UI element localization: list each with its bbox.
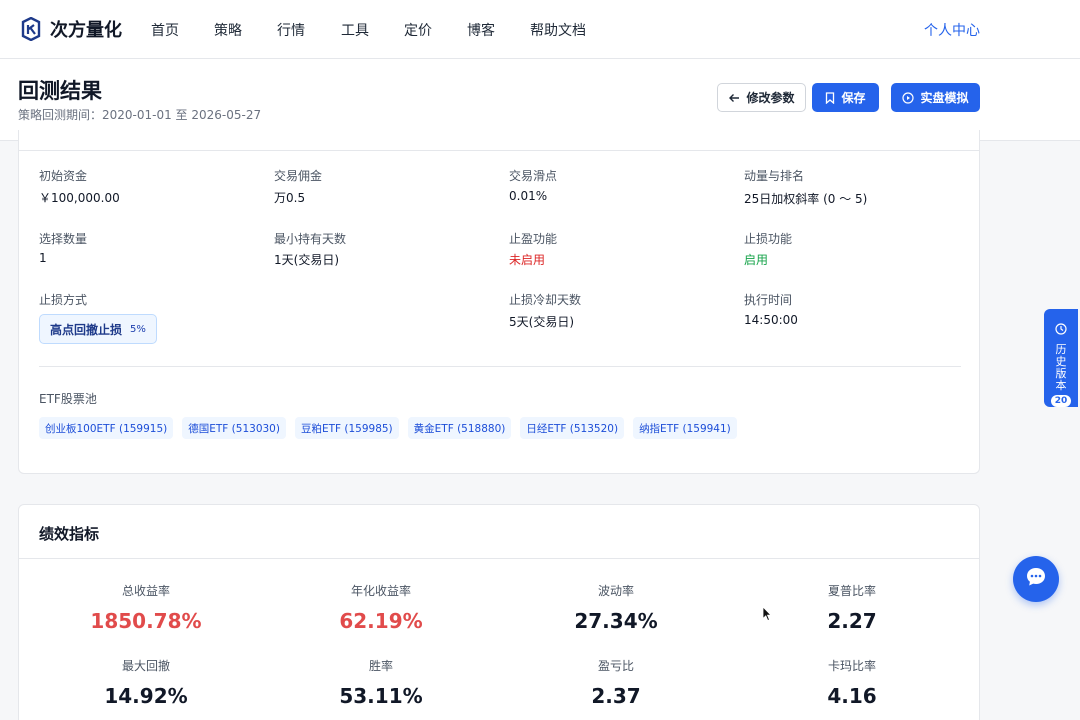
metric-value: 2.27 (827, 609, 877, 633)
slippage-label: 交易滑点 (509, 169, 558, 183)
metric-annual-return: 年化收益率 62.19% (281, 582, 481, 633)
page-title: 回测结果 (18, 79, 102, 103)
momentum-value: 25日加权斜率 (0 ～ 5) (744, 192, 868, 206)
performance-card: 绩效指标 总收益率 1850.78% 年化收益率 62.19% 波动率 27.3… (18, 504, 980, 720)
metric-label: 总收益率 (121, 584, 170, 598)
etf-chip[interactable]: 德国ETF (513030) (182, 417, 286, 439)
backtest-period: 策略回测期间：2020-01-01 至 2026-05-27 (18, 108, 262, 122)
logo-icon (20, 17, 42, 41)
section-divider (39, 366, 961, 367)
exec-time-value: 14:50:00 (744, 313, 798, 327)
cooldown-days-value: 5天(交易日) (509, 315, 574, 329)
clock-icon (1055, 320, 1067, 339)
metric-label: 卡玛比率 (827, 659, 876, 673)
stop-loss-status: 启用 (744, 253, 769, 267)
stop-method-label: 止损方式 (39, 293, 88, 307)
metric-max-drawdown: 最大回撤 14.92% (46, 657, 246, 708)
metric-label: 盈亏比 (597, 659, 634, 673)
user-center-link[interactable]: 个人中心 (924, 20, 980, 40)
metric-value: 53.11% (339, 684, 423, 708)
initial-capital-value: ￥100,000.00 (39, 191, 120, 205)
nav-item-market[interactable]: 行情 (277, 20, 305, 40)
nav-item-blog[interactable]: 博客 (467, 20, 495, 40)
live-simulation-label: 实盘模拟 (920, 91, 969, 105)
chat-support-button[interactable] (1013, 556, 1059, 602)
initial-capital-label: 初始资金 (39, 169, 88, 183)
save-button[interactable]: 保存 (812, 83, 879, 112)
play-circle-icon (902, 91, 915, 104)
performance-title: 绩效指标 (39, 525, 100, 543)
select-count-label: 选择数量 (39, 232, 88, 246)
metric-total-return: 总收益率 1850.78% (46, 582, 246, 633)
metric-label: 最大回撤 (121, 659, 170, 673)
etf-pool-list: 创业板100ETF (159915) 德国ETF (513030) 豆粕ETF … (39, 417, 746, 439)
metric-profit-loss-ratio: 盈亏比 2.37 (516, 657, 716, 708)
metric-value: 1850.78% (90, 609, 202, 633)
history-versions-label: 历史版本 (1055, 343, 1067, 392)
metric-value: 27.34% (574, 609, 658, 633)
metric-value: 4.16 (827, 684, 877, 708)
cooldown-days-label: 止损冷却天数 (509, 293, 582, 307)
history-versions-tab[interactable]: 历史版本 20 (1044, 309, 1078, 407)
strategy-params-card: 初始资金 ￥100,000.00 交易佣金 万0.5 交易滑点 0.01% 动量… (18, 130, 980, 474)
save-label: 保存 (841, 91, 866, 105)
edit-params-label: 修改参数 (746, 91, 795, 105)
select-count-value: 1 (39, 251, 47, 265)
cursor-pointer-icon (762, 606, 772, 626)
exec-time-label: 执行时间 (744, 293, 793, 307)
arrow-left-icon (728, 92, 740, 104)
card-top-divider (19, 150, 979, 151)
performance-header: 绩效指标 (19, 505, 979, 559)
etf-chip[interactable]: 豆粕ETF (159985) (294, 417, 399, 439)
metric-sharpe-ratio: 夏普比率 2.27 (752, 582, 952, 633)
min-hold-days-value: 1天(交易日) (274, 253, 339, 267)
slippage-value: 0.01% (509, 189, 548, 203)
top-navigation: 次方量化 首页 策略 行情 工具 定价 博客 帮助文档 个人中心 (0, 0, 1080, 59)
commission-label: 交易佣金 (274, 169, 323, 183)
edit-params-button[interactable]: 修改参数 (717, 83, 806, 112)
chat-icon (1025, 566, 1047, 592)
live-simulation-button[interactable]: 实盘模拟 (891, 83, 980, 112)
nav-item-strategy[interactable]: 策略 (214, 20, 242, 40)
page-header: 回测结果 策略回测期间：2020-01-01 至 2026-05-27 修改参数… (0, 59, 1080, 141)
metric-value: 14.92% (104, 684, 188, 708)
nav-item-tools[interactable]: 工具 (341, 20, 369, 40)
etf-chip[interactable]: 黄金ETF (518880) (407, 417, 512, 439)
metric-volatility: 波动率 27.34% (516, 582, 716, 633)
metric-label: 胜率 (368, 659, 393, 673)
brand-logo[interactable]: 次方量化 (20, 16, 122, 42)
history-versions-count: 20 (1051, 395, 1071, 407)
nav-item-pricing[interactable]: 定价 (404, 20, 432, 40)
etf-chip[interactable]: 创业板100ETF (159915) (39, 417, 174, 439)
metric-label: 夏普比率 (827, 584, 876, 598)
metric-win-rate: 胜率 53.11% (281, 657, 481, 708)
stop-loss-label: 止损功能 (744, 232, 793, 246)
nav-item-help-docs[interactable]: 帮助文档 (530, 20, 586, 40)
stop-method-name: 高点回撤止损 (50, 322, 123, 337)
etf-chip[interactable]: 日经ETF (513520) (520, 417, 625, 439)
commission-value: 万0.5 (274, 191, 306, 205)
metric-value: 62.19% (339, 609, 423, 633)
metric-calmar-ratio: 卡玛比率 4.16 (752, 657, 952, 708)
take-profit-status: 未启用 (509, 253, 546, 267)
metric-label: 年化收益率 (350, 584, 411, 598)
take-profit-label: 止盈功能 (509, 232, 558, 246)
stop-method-tag: 高点回撤止损 5% (39, 314, 157, 344)
metric-value: 2.37 (591, 684, 641, 708)
bookmark-icon (825, 91, 835, 104)
etf-chip[interactable]: 纳指ETF (159941) (633, 417, 737, 439)
brand-name: 次方量化 (50, 20, 122, 41)
momentum-label: 动量与排名 (744, 169, 805, 183)
metric-label: 波动率 (597, 584, 634, 598)
stop-method-percent: 5% (130, 323, 146, 335)
etf-pool-label: ETF股票池 (39, 392, 97, 406)
nav-item-home[interactable]: 首页 (151, 20, 179, 40)
min-hold-days-label: 最小持有天数 (274, 232, 347, 246)
